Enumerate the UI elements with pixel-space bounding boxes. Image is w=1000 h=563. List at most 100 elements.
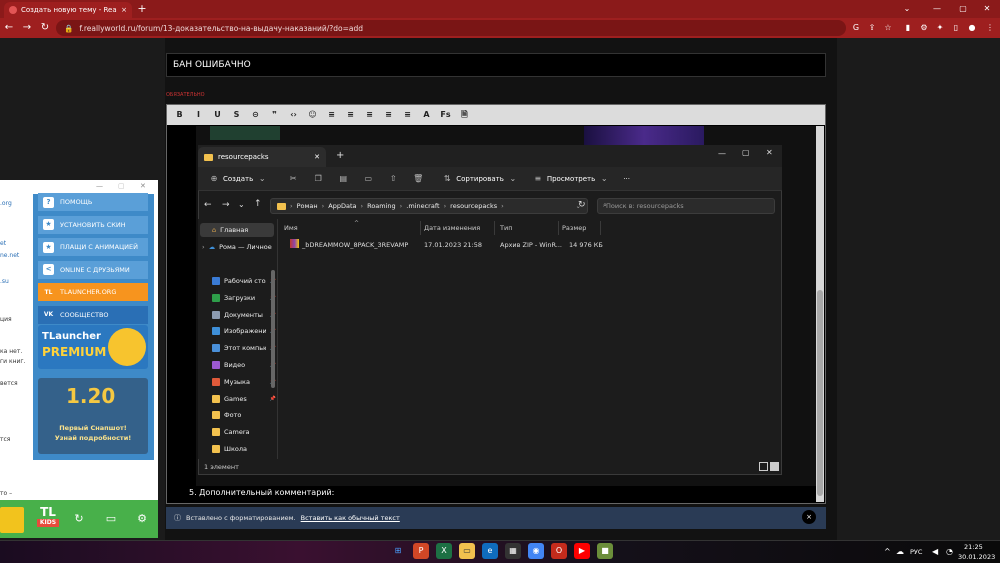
opera-icon[interactable]: O bbox=[551, 543, 567, 559]
column-type[interactable]: Тип bbox=[500, 224, 512, 232]
menu-dots-icon[interactable]: ⋮ bbox=[982, 20, 998, 36]
explorer-maximize-icon[interactable]: ▢ bbox=[742, 148, 750, 157]
new-tab-button[interactable]: + bbox=[135, 2, 149, 16]
explorer-tab-close-icon[interactable]: ✕ bbox=[314, 153, 320, 161]
table-row[interactable]: _bDREAMMOW_8PACK_3REVAMP 17.01.2023 21:5… bbox=[282, 238, 612, 252]
tlauncher-menu-button[interactable]: VK СООБЩЕСТВО bbox=[38, 305, 148, 324]
clock-time[interactable]: 21:25 bbox=[964, 543, 983, 551]
explorer-new-tab-button[interactable]: + bbox=[336, 150, 344, 161]
excel-icon[interactable]: X bbox=[436, 543, 452, 559]
more-button[interactable]: ··· bbox=[619, 173, 634, 185]
nav-item[interactable]: Видео📌 bbox=[212, 358, 276, 372]
file-explorer-icon[interactable]: ▭ bbox=[459, 543, 475, 559]
tlauncher-menu-button[interactable]: TL TLAUNCHER.ORG bbox=[38, 283, 148, 301]
nav-pane-scrollbar[interactable] bbox=[271, 270, 275, 388]
chrome-icon[interactable]: ◉ bbox=[528, 543, 544, 559]
rename-icon[interactable]: ▭ bbox=[362, 173, 374, 185]
youtube-icon[interactable]: ▶ bbox=[574, 543, 590, 559]
side-panel-icon[interactable]: ▯ bbox=[948, 20, 964, 36]
nav-item[interactable]: Музыка📌 bbox=[212, 375, 276, 389]
refresh-icon[interactable]: ↻ bbox=[72, 512, 86, 526]
browser-tab[interactable]: Создать новую тему - ReallyWo... × bbox=[4, 2, 132, 18]
explorer-tab[interactable]: resourcepacks ✕ bbox=[198, 147, 326, 167]
nav-item[interactable]: Games 📌 bbox=[212, 392, 276, 406]
cut-icon[interactable]: ✂ bbox=[287, 173, 299, 185]
editor-tool-button[interactable]: ☺ bbox=[304, 107, 321, 123]
tab-close-icon[interactable]: × bbox=[121, 6, 127, 14]
editor-tool-button[interactable]: A bbox=[418, 107, 435, 123]
clock-date[interactable]: 30.01.2023 bbox=[958, 553, 995, 561]
tab-search-icon[interactable]: ⌄ bbox=[900, 2, 914, 16]
news-fragment[interactable]: ne.net bbox=[0, 252, 19, 259]
explorer-minimize-icon[interactable]: — bbox=[718, 149, 726, 158]
column-divider[interactable] bbox=[494, 221, 495, 235]
paste-notice-close-button[interactable]: × bbox=[802, 510, 816, 524]
minecraft-icon[interactable]: ■ bbox=[597, 543, 613, 559]
google-icon[interactable]: G bbox=[848, 20, 864, 36]
tl-minimize-icon[interactable]: — bbox=[96, 182, 103, 190]
explorer-up-icon[interactable]: ↑ bbox=[254, 199, 262, 209]
play-button[interactable] bbox=[0, 507, 24, 533]
breadcrumb-segment[interactable]: AppData bbox=[328, 202, 356, 210]
nav-item[interactable]: Этот компьютер📌 bbox=[212, 341, 276, 355]
news-fragment[interactable]: .org bbox=[0, 200, 12, 207]
profile-avatar-icon[interactable]: ● bbox=[964, 20, 980, 36]
explorer-back-icon[interactable]: ← bbox=[204, 200, 212, 210]
column-name[interactable]: Имя bbox=[284, 224, 298, 232]
news-fragment[interactable]: .su bbox=[0, 278, 9, 285]
store-icon[interactable]: ▦ bbox=[505, 543, 521, 559]
explorer-forward-icon[interactable]: → bbox=[222, 200, 230, 210]
column-divider[interactable] bbox=[420, 221, 421, 235]
nav-home[interactable]: ⌂ Главная bbox=[200, 223, 274, 237]
editor-tool-button[interactable]: 🗎 bbox=[456, 107, 473, 123]
explorer-search-input[interactable]: Поиск в: resourcepacks bbox=[597, 198, 775, 214]
explorer-address-bar[interactable]: › Роман › AppData › Roaming › .minecraft… bbox=[270, 198, 588, 214]
powerpoint-icon[interactable]: P bbox=[413, 543, 429, 559]
cloud-icon[interactable]: ☁ bbox=[896, 547, 904, 556]
language-indicator[interactable]: РУС bbox=[910, 548, 922, 556]
nav-item[interactable]: Загрузки📌 bbox=[212, 291, 276, 305]
extension-settings-icon[interactable]: ⚙ bbox=[916, 20, 932, 36]
editor-tool-button[interactable]: U bbox=[209, 107, 226, 123]
reload-icon[interactable]: ↻ bbox=[36, 19, 54, 37]
volume-icon[interactable]: ◀ bbox=[932, 547, 938, 556]
address-bar[interactable]: 🔒 f.reallyworld.ru/forum/13-доказательст… bbox=[56, 20, 846, 36]
windows-start-icon[interactable]: ⊞ bbox=[390, 543, 406, 559]
column-size[interactable]: Размер bbox=[562, 224, 586, 232]
create-button[interactable]: ⊕ Создать ⌄ bbox=[204, 171, 272, 187]
explorer-close-icon[interactable]: ✕ bbox=[766, 148, 773, 157]
editor-tool-button[interactable]: ≡ bbox=[399, 107, 416, 123]
editor-tool-button[interactable]: ≡ bbox=[380, 107, 397, 123]
nav-item[interactable]: Школа bbox=[212, 442, 274, 456]
editor-tool-button[interactable]: ≡ bbox=[342, 107, 359, 123]
refresh-icon[interactable]: ↻ bbox=[578, 200, 586, 210]
column-divider[interactable] bbox=[558, 221, 559, 235]
tlauncher-menu-button[interactable]: ★ ПЛАЩИ С АНИМАЦИЕЙ bbox=[38, 238, 148, 256]
delete-icon[interactable]: 🗑 bbox=[412, 173, 424, 185]
editor-scrollbar-thumb[interactable] bbox=[817, 290, 823, 496]
tl-maximize-icon[interactable]: ▢ bbox=[118, 182, 125, 190]
network-icon[interactable]: ◔ bbox=[946, 547, 953, 556]
tiles-view-icon[interactable] bbox=[770, 462, 779, 471]
nav-item[interactable]: Camera bbox=[212, 425, 274, 439]
tlauncher-menu-button[interactable]: < ONLINE С ДРУЗЬЯМИ bbox=[38, 260, 148, 279]
details-view-icon[interactable] bbox=[759, 462, 768, 471]
tl-close-icon[interactable]: ✕ bbox=[140, 182, 146, 190]
edge-icon[interactable]: e bbox=[482, 543, 498, 559]
snapshot-banner[interactable]: 1.20 Первый Снапшот! Узнай подробности! bbox=[38, 378, 148, 454]
folder-icon[interactable]: ▭ bbox=[104, 512, 118, 526]
sort-button[interactable]: ⇅ Сортировать ⌄ bbox=[437, 171, 523, 187]
bookmark-star-icon[interactable]: ☆ bbox=[880, 20, 896, 36]
editor-tool-button[interactable]: I bbox=[190, 107, 207, 123]
breadcrumb-segment[interactable]: Roaming bbox=[367, 202, 396, 210]
editor-tool-button[interactable]: ❞ bbox=[266, 107, 283, 123]
explorer-history-icon[interactable]: ⌄ bbox=[238, 200, 245, 209]
share-icon[interactable]: ⇪ bbox=[864, 20, 880, 36]
forward-icon[interactable]: → bbox=[18, 19, 36, 37]
editor-tool-button[interactable]: ‹› bbox=[285, 107, 302, 123]
topic-title-input[interactable]: БАН ОШИБАЧНО bbox=[166, 53, 826, 77]
maximize-icon[interactable]: ▢ bbox=[956, 2, 970, 16]
editor-tool-button[interactable]: B bbox=[171, 107, 188, 123]
paste-icon[interactable]: ▤ bbox=[337, 173, 349, 185]
nav-onedrive[interactable]: › ☁ Рома — Личное bbox=[202, 240, 272, 254]
